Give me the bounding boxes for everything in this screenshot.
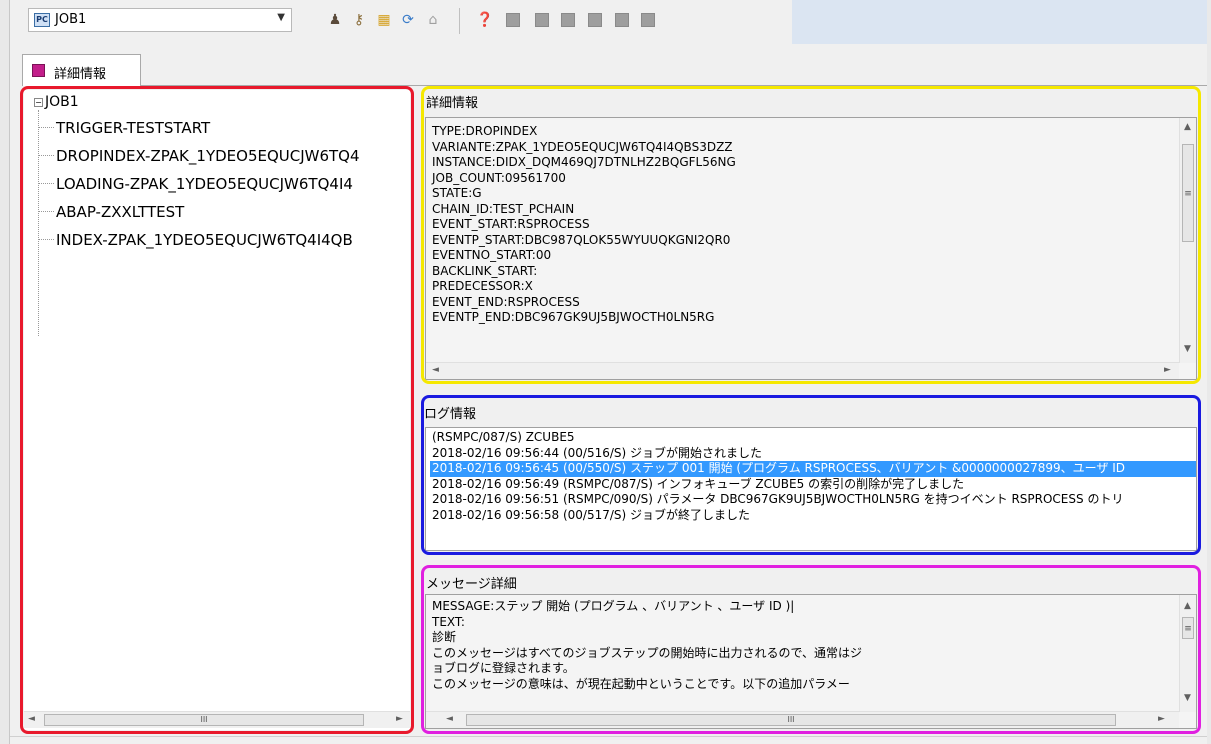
detail-line: TYPE:DROPINDEX [432, 124, 538, 138]
message-line: このメッセージの意味は、が現在起動中ということです。以下の追加パラメー [432, 676, 850, 691]
help-icon[interactable]: ❓ [475, 10, 495, 30]
tab-detail-info[interactable]: 詳細情報 [22, 54, 141, 86]
message-line: TEXT: [432, 614, 465, 629]
scroll-thumb[interactable]: ≡ [1182, 617, 1194, 639]
pc-icon: PC [34, 13, 50, 27]
toolbar-empty-area [792, 0, 1207, 44]
log-line[interactable]: 2018-02/16 09:56:49 (RSMPC/087/S) インフォキュ… [430, 477, 1196, 493]
tab-label: 詳細情報 [54, 67, 107, 82]
detail-line: BACKLINK_START: [432, 263, 538, 278]
log-lines: (RSMPC/087/S) ZCUBE5 2018-02/16 09:56:44… [430, 430, 1196, 524]
tree-item-loading[interactable]: LOADING-ZPAK_1YDEO5EQUCJW6TQ4I4 [38, 175, 353, 195]
tree-item-dropindex[interactable]: DROPINDEX-ZPAK_1YDEO5EQUCJW6TQ4 [38, 147, 360, 167]
detail-line: CHAIN_ID:TEST_PCHAIN [432, 201, 575, 216]
status-bar [10, 736, 1207, 744]
collapse-icon[interactable]: − [34, 98, 43, 107]
job-export-icon[interactable] [612, 10, 632, 30]
detail-line: JOB_COUNT:09561700 [432, 170, 566, 185]
log-line-selected[interactable]: 2018-02/16 09:56:45 (00/550/S) ステップ 001 … [430, 461, 1196, 477]
document-icon[interactable] [503, 10, 523, 30]
message-lines: MESSAGE:ステップ 開始 (プログラム 、バリアント 、ユーザ ID )|… [432, 599, 862, 692]
detail-line: EVENTNO_START:00 [432, 248, 552, 262]
tab-divider [141, 85, 1207, 86]
log-title: ログ情報 [424, 407, 477, 422]
scroll-left-icon[interactable]: ◄ [432, 365, 439, 375]
message-line: このメッセージはすべてのジョブステップの開始時に出力されるので、通常はジ [432, 645, 862, 660]
scroll-up-icon[interactable]: ▲ [1184, 122, 1191, 132]
detail-horizontal-scrollbar[interactable]: ◄ ► [426, 362, 1179, 379]
tree-item-index[interactable]: INDEX-ZPAK_1YDEO5EQUCJW6TQ4I4QB [38, 231, 353, 251]
scroll-down-icon[interactable]: ▼ [1184, 693, 1191, 703]
detail-vertical-scrollbar[interactable]: ▲ ≡ ▼ [1179, 118, 1196, 363]
log-line[interactable]: 2018-02/16 09:56:44 (00/516/S) ジョブが開始されま… [430, 446, 1196, 462]
home-icon[interactable]: ⌂ [423, 10, 443, 30]
document-stack-icon[interactable] [532, 10, 552, 30]
job-tree[interactable]: − JOB1 TRIGGER-TESTSTART DROPINDEX-ZPAK_1… [24, 90, 410, 730]
refresh-icon[interactable]: ⟳ [398, 10, 418, 30]
tree-item-abap[interactable]: ABAP-ZXXLTTEST [38, 203, 184, 223]
detail-line: EVENT_START:RSPROCESS [432, 217, 590, 231]
message-content[interactable]: MESSAGE:ステップ 開始 (プログラム 、バリアント 、ユーザ ID )|… [425, 594, 1197, 729]
window-right-border [1207, 0, 1211, 744]
square-icon[interactable] [638, 10, 658, 30]
message-horizontal-scrollbar[interactable]: ◄ III ► [426, 711, 1179, 728]
message-line: 診断 [432, 630, 457, 644]
log-line[interactable]: 2018-02/16 09:56:58 (00/517/S) ジョブが終了しまし… [430, 508, 1196, 524]
toolbar: PC JOB1 ▼ ♟ ⚷ ▦ ⟳ ⌂ ❓ [22, 0, 1207, 44]
scroll-right-icon[interactable]: ► [1164, 365, 1171, 375]
detail-line: EVENTP_START:DBC987QLOK55WYUUQKGNI2QR0 [432, 232, 731, 247]
detail-content[interactable]: TYPE:DROPINDEX VARIANTE:ZPAK_1YDEO5EQUCJ… [425, 117, 1197, 380]
message-line: ョブログに登録されます。 [432, 661, 575, 675]
log-line[interactable]: 2018-02/16 09:56:51 (RSMPC/090/S) パラメータ … [430, 492, 1196, 508]
detail-line: INSTANCE:DIDX_DQM469QJ7DTNLHZ2BQGFL56NG [432, 155, 736, 169]
detail-line: EVENT_END:RSPROCESS [432, 294, 580, 309]
job-icon[interactable] [585, 10, 605, 30]
job-select[interactable]: PC JOB1 ▼ [28, 8, 292, 32]
detail-line: STATE:G [432, 186, 482, 200]
message-vertical-scrollbar[interactable]: ▲ ≡ ▼ [1179, 595, 1196, 712]
detail-line: VARIANTE:ZPAK_1YDEO5EQUCJW6TQ4I4QBS3DZZ [432, 139, 733, 154]
scroll-thumb[interactable]: III [466, 714, 1116, 726]
scroll-thumb[interactable]: III [44, 714, 364, 726]
scroll-down-icon[interactable]: ▼ [1184, 344, 1191, 354]
user-icon[interactable]: ♟ [325, 10, 345, 30]
log-list[interactable]: (RSMPC/087/S) ZCUBE5 2018-02/16 09:56:44… [425, 427, 1197, 551]
tree-root[interactable]: − JOB1 [34, 94, 79, 110]
detail-tab-icon [32, 64, 45, 77]
tree-item-trigger[interactable]: TRIGGER-TESTSTART [38, 119, 210, 139]
scroll-right-icon[interactable]: ► [396, 714, 403, 724]
window-left-border [0, 0, 10, 744]
scroll-right-icon[interactable]: ► [1158, 714, 1165, 724]
dropdown-arrow-icon[interactable]: ▼ [277, 12, 285, 23]
detail-line: EVENTP_END:DBC967GK9UJ5BJWOCTH0LN5RG [432, 310, 715, 324]
scroll-up-icon[interactable]: ▲ [1184, 601, 1191, 611]
toolbar-separator [459, 8, 460, 34]
detail-line: PREDECESSOR:X [432, 279, 533, 293]
grid-icon[interactable]: ▦ [374, 10, 394, 30]
scroll-left-icon[interactable]: ◄ [28, 714, 35, 724]
detail-title: 詳細情報 [426, 96, 479, 111]
message-line: MESSAGE:ステップ 開始 (プログラム 、バリアント 、ユーザ ID )| [432, 599, 795, 613]
log-line[interactable]: (RSMPC/087/S) ZCUBE5 [430, 430, 1196, 446]
key-icon[interactable]: ⚷ [349, 10, 369, 30]
job-select-value: JOB1 [55, 12, 87, 27]
document-edit-icon[interactable] [558, 10, 578, 30]
message-title: メッセージ詳細 [426, 577, 517, 592]
tree-horizontal-scrollbar[interactable]: ◄ III ► [24, 711, 410, 728]
scroll-thumb[interactable]: ≡ [1182, 144, 1194, 242]
scroll-left-icon[interactable]: ◄ [446, 714, 453, 724]
detail-lines: TYPE:DROPINDEX VARIANTE:ZPAK_1YDEO5EQUCJ… [432, 124, 736, 326]
